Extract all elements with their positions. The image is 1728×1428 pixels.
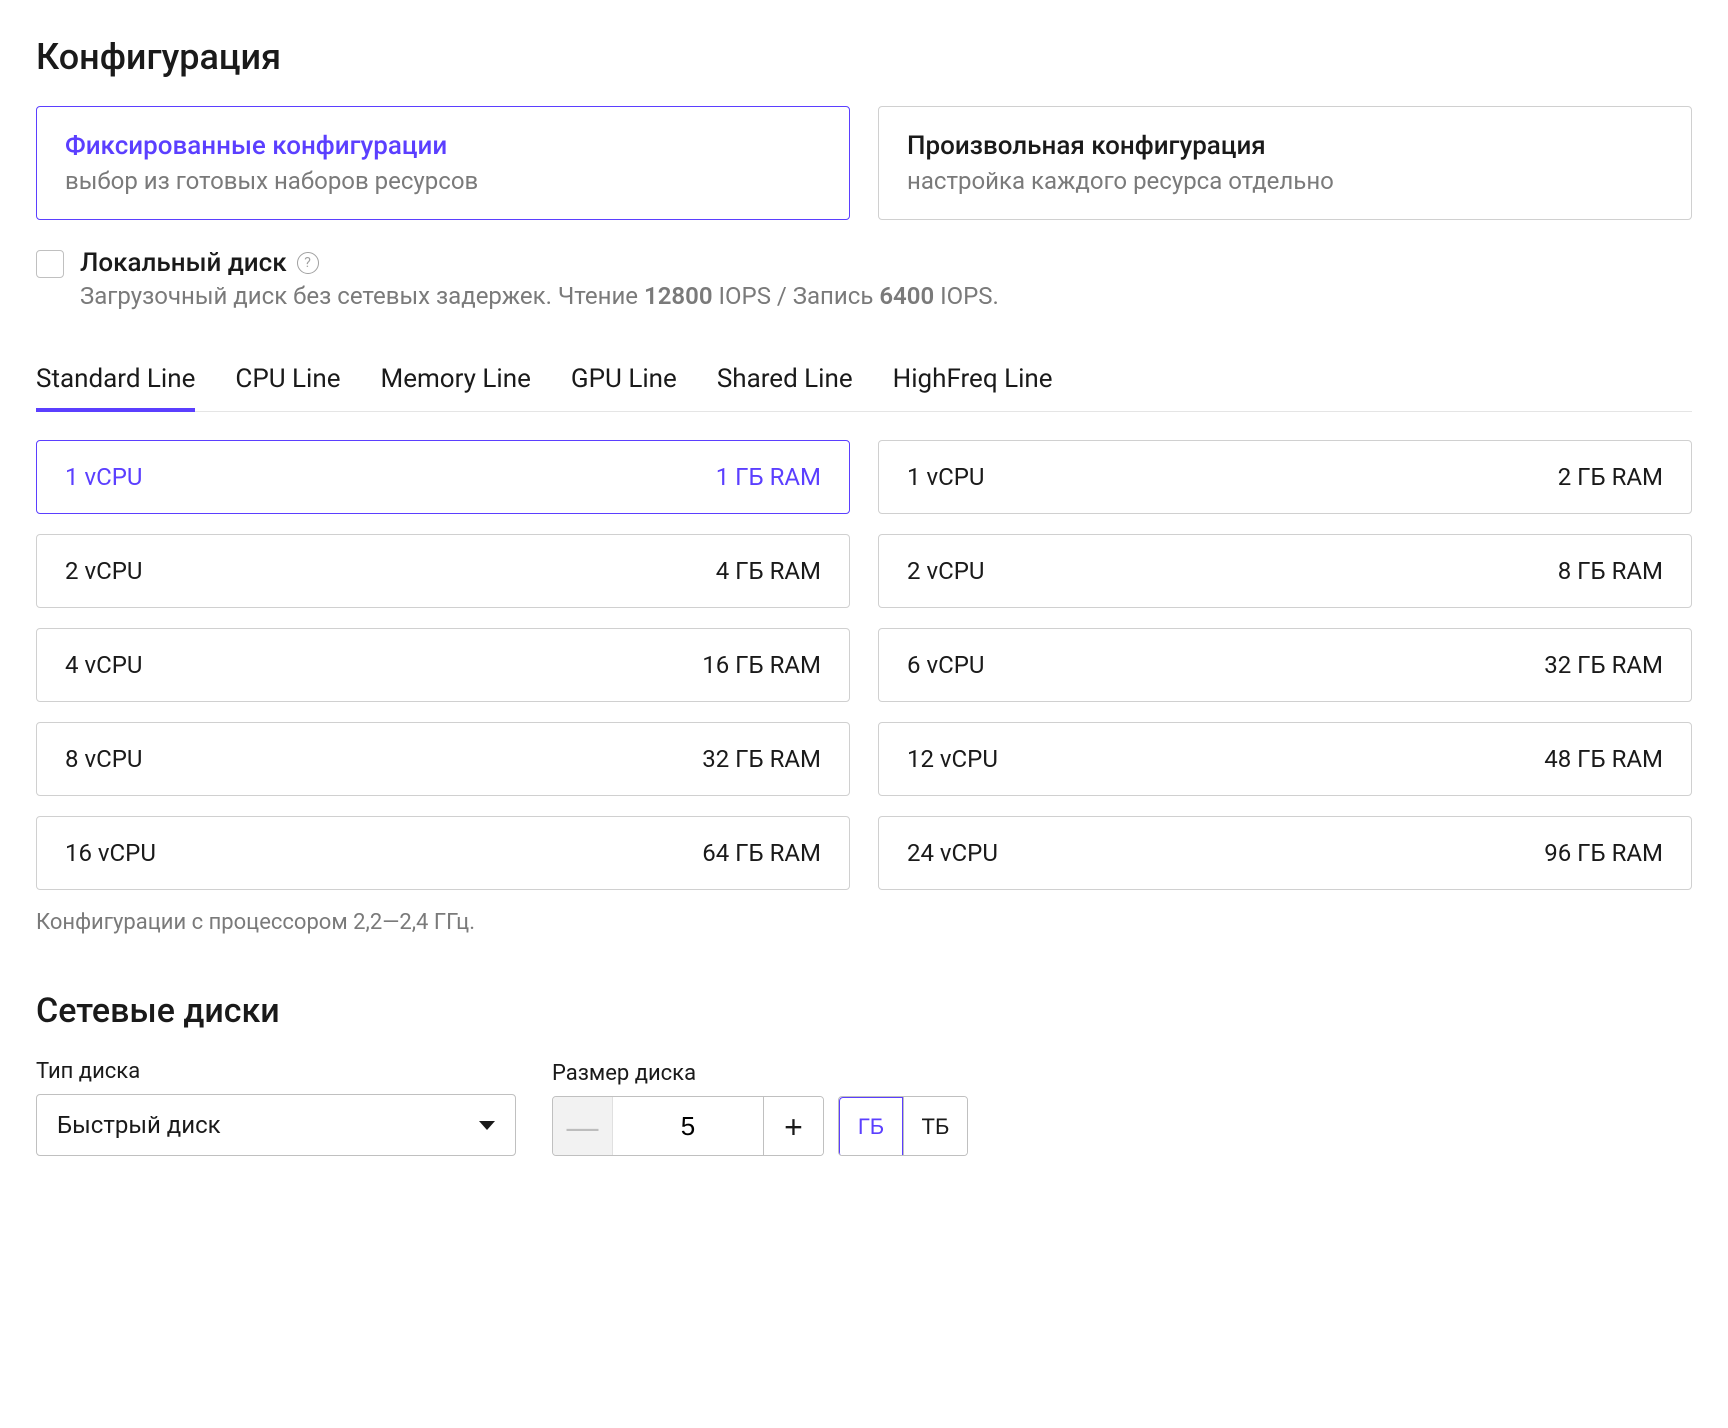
flavor-cpu: 1 vCPU [65,463,142,491]
flavor-cpu: 4 vCPU [65,651,142,679]
flavor-ram: 96 ГБ RAM [1544,839,1663,867]
flavor-card[interactable]: 12 vCPU 48 ГБ RAM [878,722,1692,796]
tab-gpu-line[interactable]: GPU Line [571,350,677,412]
config-type-title: Фиксированные конфигурации [65,131,821,161]
flavor-card[interactable]: 8 vCPU 32 ГБ RAM [36,722,850,796]
flavor-cpu: 6 vCPU [907,651,984,679]
chevron-down-icon [479,1121,495,1130]
flavor-cpu: 1 vCPU [907,463,984,491]
tab-memory-line[interactable]: Memory Line [381,350,531,412]
flavor-ram: 16 ГБ RAM [702,651,821,679]
tab-cpu-line[interactable]: CPU Line [235,350,340,412]
disk-size-input[interactable] [613,1097,763,1155]
flavor-ram: 48 ГБ RAM [1544,745,1663,773]
network-disks-title: Сетевые диски [36,991,1692,1031]
flavor-card[interactable]: 1 vCPU 2 ГБ RAM [878,440,1692,514]
flavor-cpu: 16 vCPU [65,839,156,867]
flavor-grid: 1 vCPU 1 ГБ RAM 1 vCPU 2 ГБ RAM 2 vCPU 4… [36,440,1692,890]
disk-type-value: Быстрый диск [57,1111,221,1139]
flavor-cpu: 8 vCPU [65,745,142,773]
unit-gb-button[interactable]: ГБ [839,1097,903,1156]
flavor-card[interactable]: 24 vCPU 96 ГБ RAM [878,816,1692,890]
flavor-card[interactable]: 4 vCPU 16 ГБ RAM [36,628,850,702]
tab-standard-line[interactable]: Standard Line [36,350,195,412]
config-type-fixed[interactable]: Фиксированные конфигурации выбор из гото… [36,106,850,220]
unit-tb-button[interactable]: ТБ [903,1097,967,1156]
tab-highfreq-line[interactable]: HighFreq Line [893,350,1053,412]
line-tabs: Standard Line CPU Line Memory Line GPU L… [36,350,1692,412]
flavor-cpu: 24 vCPU [907,839,998,867]
config-section-title: Конфигурация [36,36,1692,78]
flavor-card[interactable]: 2 vCPU 4 ГБ RAM [36,534,850,608]
flavor-cpu: 2 vCPU [907,557,984,585]
flavor-ram: 2 ГБ RAM [1558,463,1663,491]
flavor-cpu: 2 vCPU [65,557,142,585]
disk-size-label: Размер диска [552,1061,968,1086]
flavor-ram: 8 ГБ RAM [1558,557,1663,585]
stepper-minus-button[interactable]: — [553,1097,613,1156]
config-type-subtitle: выбор из готовых наборов ресурсов [65,167,821,195]
size-unit-toggle: ГБ ТБ [838,1096,968,1156]
flavor-ram: 64 ГБ RAM [702,839,821,867]
flavor-card[interactable]: 16 vCPU 64 ГБ RAM [36,816,850,890]
config-type-subtitle: настройка каждого ресурса отдельно [907,167,1663,195]
flavor-card[interactable]: 6 vCPU 32 ГБ RAM [878,628,1692,702]
config-type-custom[interactable]: Произвольная конфигурация настройка кажд… [878,106,1692,220]
local-disk-checkbox[interactable] [36,250,64,278]
flavor-note: Конфигурации с процессором 2,2—2,4 ГГц. [36,910,1692,935]
flavor-ram: 1 ГБ RAM [716,463,821,491]
local-disk-description: Загрузочный диск без сетевых задержек. Ч… [80,282,1692,310]
flavor-ram: 32 ГБ RAM [1544,651,1663,679]
flavor-ram: 4 ГБ RAM [716,557,821,585]
disk-controls: Тип диска Быстрый диск Размер диска — + … [36,1059,1692,1156]
help-icon[interactable]: ? [297,252,319,274]
flavor-cpu: 12 vCPU [907,745,998,773]
local-disk-option: Локальный диск ? Загрузочный диск без се… [36,248,1692,310]
config-type-selector: Фиксированные конфигурации выбор из гото… [36,106,1692,220]
disk-type-select[interactable]: Быстрый диск [36,1094,516,1156]
flavor-ram: 32 ГБ RAM [702,745,821,773]
local-disk-label: Локальный диск [80,248,287,278]
tab-shared-line[interactable]: Shared Line [717,350,853,412]
stepper-plus-button[interactable]: + [763,1097,823,1156]
config-type-title: Произвольная конфигурация [907,131,1663,161]
disk-type-label: Тип диска [36,1059,516,1084]
flavor-card[interactable]: 2 vCPU 8 ГБ RAM [878,534,1692,608]
flavor-card[interactable]: 1 vCPU 1 ГБ RAM [36,440,850,514]
disk-size-stepper: — + [552,1096,824,1156]
